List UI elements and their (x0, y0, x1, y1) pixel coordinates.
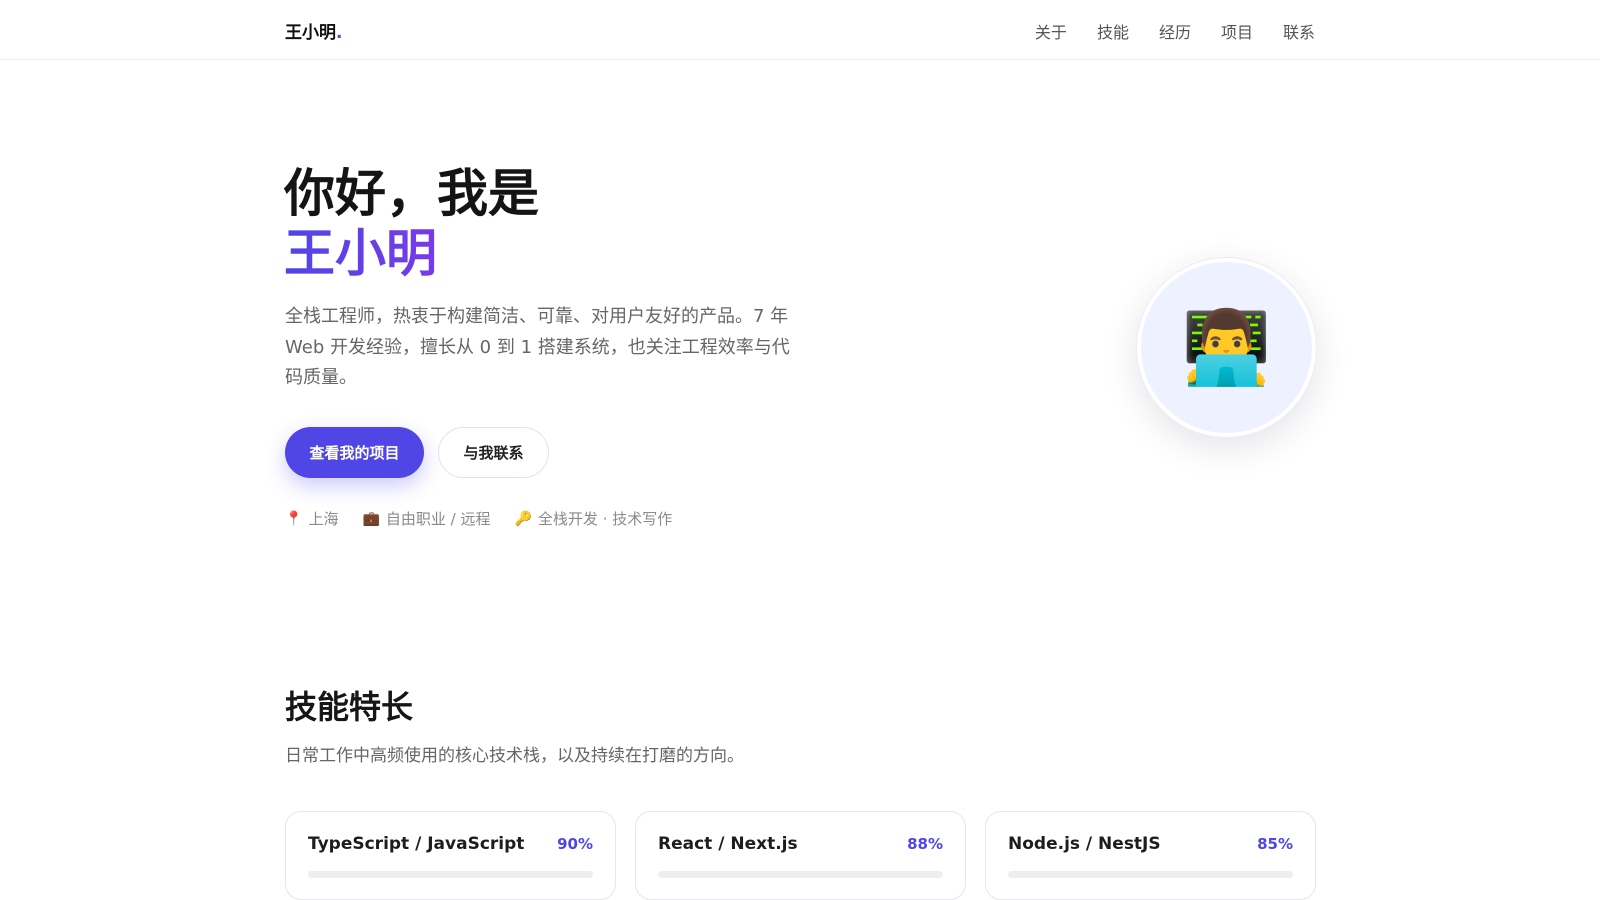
nav-link-experience[interactable]: 经历 (1159, 19, 1191, 43)
skill-progress-fill (658, 871, 909, 878)
skill-percent: 88% (907, 835, 943, 853)
skill-name: Node.js / NestJS (1008, 834, 1161, 854)
skill-progress-track (1008, 871, 1293, 878)
main-nav: 关于 技能 经历 项目 联系 (1035, 19, 1315, 43)
avatar: 👨‍💻 (1136, 257, 1317, 438)
hero-title: 你好，我是 王小明 (284, 165, 539, 285)
brand-dot: . (336, 23, 343, 43)
skill-card: Node.js / NestJS 85% (985, 811, 1316, 900)
meta-location-text: 上海 (308, 510, 339, 528)
view-projects-button[interactable]: 查看我的项目 (285, 427, 424, 478)
skill-card-header: Node.js / NestJS 85% (1008, 834, 1293, 854)
top-navbar: 王小明. 关于 技能 经历 项目 联系 (0, 0, 1600, 60)
skills-section-subtitle: 日常工作中高频使用的核心技术栈，以及持续在打磨的方向。 (285, 746, 744, 766)
brand-name: 王小明 (285, 23, 336, 43)
avatar-circle: 👨‍💻 (1141, 262, 1312, 433)
hero-greeting: 你好，我是 (284, 165, 540, 224)
skill-card-header: TypeScript / JavaScript 90% (308, 834, 593, 854)
nav-link-contact[interactable]: 联系 (1283, 19, 1315, 43)
skill-card: React / Next.js 88% (635, 811, 966, 900)
meta-role: 🔑 全栈开发 · 技术写作 (514, 508, 672, 529)
technologist-icon: 👨‍💻 (1181, 305, 1272, 389)
briefcase-icon: 💼 (362, 510, 380, 527)
skill-progress-fill (308, 871, 565, 878)
skill-name: React / Next.js (658, 834, 798, 854)
meta-location: 📍 上海 (285, 508, 338, 529)
skill-percent: 85% (1257, 835, 1293, 853)
skill-percent: 90% (557, 835, 593, 853)
skill-progress-fill (1008, 871, 1251, 878)
skill-card-header: React / Next.js 88% (658, 834, 943, 854)
contact-me-button[interactable]: 与我联系 (438, 427, 549, 478)
nav-link-about[interactable]: 关于 (1035, 19, 1067, 43)
skills-section-title: 技能特长 (285, 688, 414, 726)
skill-progress-track (308, 871, 593, 878)
skill-progress-track (658, 871, 943, 878)
hero-meta: 📍 上海 💼 自由职业 / 远程 🔑 全栈开发 · 技术写作 (285, 508, 672, 529)
skills-grid: TypeScript / JavaScript 90% React / Next… (285, 811, 1316, 900)
hero-description: 全栈工程师，热衷于构建简洁、可靠、对用户友好的产品。7 年 Web 开发经验，擅… (285, 306, 790, 388)
brand-logo[interactable]: 王小明. (285, 18, 342, 43)
meta-role-text: 全栈开发 · 技术写作 (537, 510, 673, 528)
meta-work: 💼 自由职业 / 远程 (362, 508, 490, 529)
skill-card: TypeScript / JavaScript 90% (285, 811, 616, 900)
hero-name: 王小明 (284, 225, 539, 285)
meta-work-text: 自由职业 / 远程 (385, 510, 491, 528)
skill-name: TypeScript / JavaScript (308, 834, 525, 854)
key-icon: 🔑 (514, 510, 532, 527)
location-pin-icon: 📍 (285, 510, 303, 527)
nav-link-projects[interactable]: 项目 (1221, 19, 1253, 43)
nav-link-skills[interactable]: 技能 (1097, 19, 1129, 43)
